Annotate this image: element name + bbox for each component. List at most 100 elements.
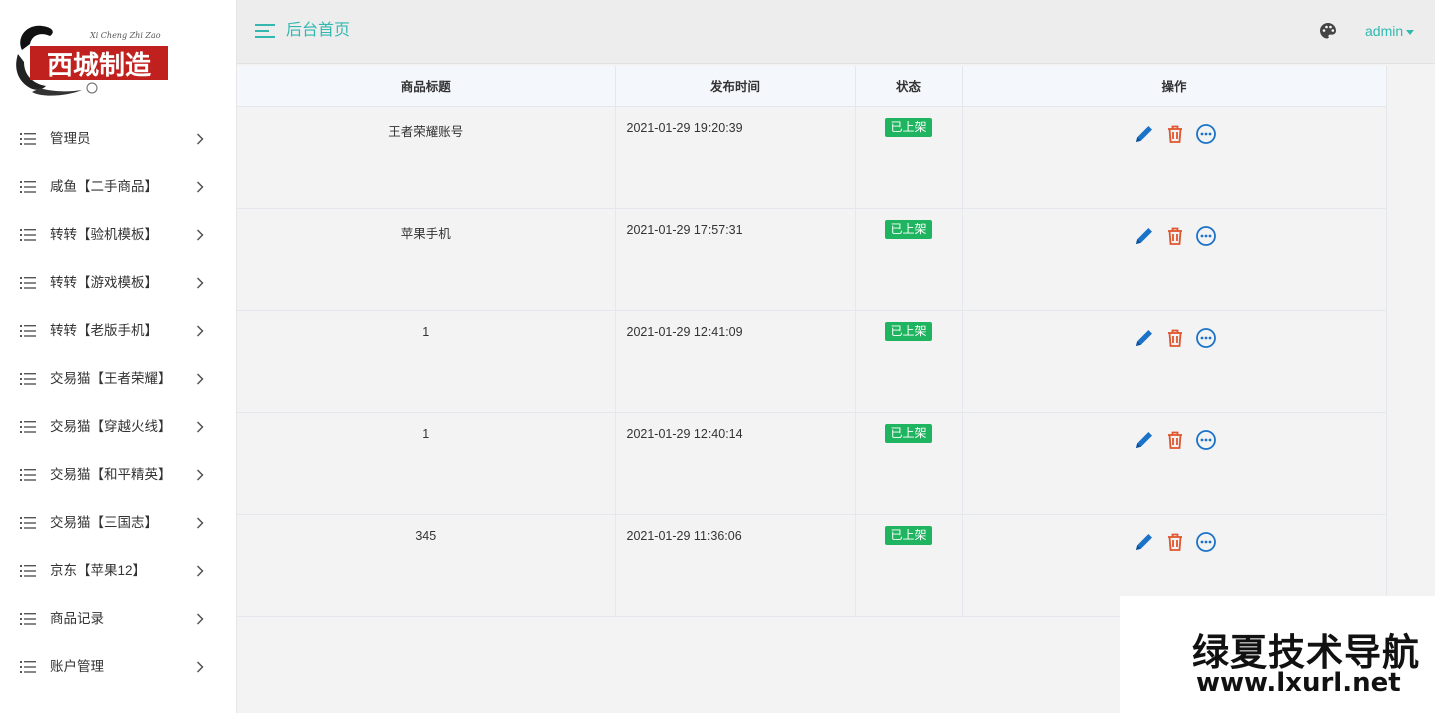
- cell-title: 1: [237, 411, 616, 515]
- cell-status: 已上架: [854, 207, 963, 311]
- list-icon: [20, 661, 36, 673]
- sidebar-item-product-records[interactable]: 商品记录: [0, 595, 237, 643]
- sidebar-item-label: 咸鱼【二手商品】: [50, 179, 158, 194]
- status-badge: 已上架: [885, 117, 932, 137]
- table-row: 王者荣耀账号 2021-01-29 19:20:39 已上架: [237, 105, 1387, 209]
- cell-time: 2021-01-29 12:40:14: [614, 411, 856, 515]
- more-circle-icon[interactable]: [1195, 225, 1217, 247]
- chevron-right-icon: [196, 661, 204, 673]
- sidebar-item-label: 转转【老版手机】: [50, 323, 158, 338]
- status-badge: 已上架: [885, 525, 932, 545]
- top-header: 后台首页 admin: [237, 0, 1435, 64]
- sidebar-item-jd-iphone12[interactable]: 京东【苹果12】: [0, 547, 237, 595]
- cell-ops: [961, 207, 1387, 311]
- chevron-right-icon: [196, 373, 204, 385]
- chevron-right-icon: [196, 517, 204, 529]
- table-row: 苹果手机 2021-01-29 17:57:31 已上架: [237, 207, 1387, 311]
- list-icon: [20, 181, 36, 193]
- cell-title: 1: [237, 309, 616, 413]
- cell-ops: [961, 309, 1387, 413]
- list-icon: [20, 229, 36, 241]
- sidebar-item-label: 商品记录: [50, 611, 104, 626]
- pencil-icon[interactable]: [1133, 327, 1155, 349]
- sidebar-item-label: 交易猫【三国志】: [50, 515, 158, 530]
- sidebar-item-xianyu[interactable]: 咸鱼【二手商品】: [0, 163, 237, 211]
- trash-icon[interactable]: [1164, 327, 1186, 349]
- sidebar: 西城制造 Xi Cheng Zhi Zao 管理员 咸鱼【二手商品】 转转【验机…: [0, 0, 237, 713]
- cell-title: 王者荣耀账号: [237, 105, 616, 209]
- table-header-row: 商品标题 发布时间 状态 操作: [237, 66, 1387, 107]
- admin-page: 西城制造 Xi Cheng Zhi Zao 管理员 咸鱼【二手商品】 转转【验机…: [0, 0, 1435, 713]
- list-icon: [20, 325, 36, 337]
- cell-title: 345: [237, 513, 616, 617]
- chevron-right-icon: [196, 421, 204, 433]
- site-watermark: 绿夏技术导航 www.lxurl.net: [1120, 596, 1435, 713]
- sidebar-item-label: 京东【苹果12】: [50, 563, 147, 578]
- col-header-status[interactable]: 状态: [854, 66, 963, 107]
- sidebar-item-jiaoyimao-cf[interactable]: 交易猫【穿越火线】: [0, 403, 237, 451]
- pencil-icon[interactable]: [1133, 225, 1155, 247]
- chevron-right-icon: [196, 229, 204, 241]
- more-circle-icon[interactable]: [1195, 429, 1217, 451]
- list-icon: [20, 277, 36, 289]
- list-icon: [20, 613, 36, 625]
- sidebar-item-admin[interactable]: 管理员: [0, 115, 237, 163]
- sidebar-item-label: 交易猫【王者荣耀】: [50, 371, 172, 386]
- cell-ops: [961, 105, 1387, 209]
- logo-text: 西城制造: [47, 51, 151, 81]
- status-badge: 已上架: [885, 321, 932, 341]
- col-header-title[interactable]: 商品标题: [237, 66, 616, 107]
- chevron-right-icon: [196, 277, 204, 289]
- col-header-ops: 操作: [961, 66, 1387, 107]
- table-row: 1 2021-01-29 12:40:14 已上架: [237, 411, 1387, 515]
- user-menu[interactable]: admin: [1365, 0, 1415, 62]
- palette-icon[interactable]: [1319, 22, 1337, 40]
- list-icon: [20, 517, 36, 529]
- more-circle-icon[interactable]: [1195, 123, 1217, 145]
- cell-title: 苹果手机: [237, 207, 616, 311]
- cell-time: 2021-01-29 19:20:39: [614, 105, 856, 209]
- sidebar-item-label: 交易猫【穿越火线】: [50, 419, 172, 434]
- cell-status: 已上架: [854, 309, 963, 413]
- chevron-right-icon: [196, 181, 204, 193]
- sidebar-item-zhuanzhuan-game[interactable]: 转转【游戏模板】: [0, 259, 237, 307]
- sidebar-item-account-management[interactable]: 账户管理: [0, 643, 237, 691]
- trash-icon[interactable]: [1164, 225, 1186, 247]
- more-circle-icon[interactable]: [1195, 327, 1217, 349]
- trash-icon[interactable]: [1164, 429, 1186, 451]
- col-header-time[interactable]: 发布时间: [614, 66, 856, 107]
- list-icon: [20, 565, 36, 577]
- pencil-icon[interactable]: [1133, 429, 1155, 451]
- sidebar-item-label: 转转【游戏模板】: [50, 275, 158, 290]
- sidebar-item-zhuanzhuan-inspection[interactable]: 转转【验机模板】: [0, 211, 237, 259]
- pencil-icon[interactable]: [1133, 531, 1155, 553]
- page-title: 后台首页: [286, 22, 351, 39]
- trash-icon[interactable]: [1164, 531, 1186, 553]
- status-badge: 已上架: [885, 219, 932, 239]
- cell-status: 已上架: [854, 513, 963, 617]
- list-icon: [20, 373, 36, 385]
- logo-subtext: Xi Cheng Zhi Zao: [89, 31, 161, 40]
- hamburger-icon[interactable]: [255, 23, 275, 39]
- brand-logo[interactable]: 西城制造 Xi Cheng Zhi Zao: [12, 18, 174, 100]
- cell-time: 2021-01-29 11:36:06: [614, 513, 856, 617]
- sidebar-item-jiaoyimao-hpjy[interactable]: 交易猫【和平精英】: [0, 451, 237, 499]
- sidebar-item-jiaoyimao-sgz[interactable]: 交易猫【三国志】: [0, 499, 237, 547]
- user-name: admin: [1365, 23, 1404, 39]
- more-circle-icon[interactable]: [1195, 531, 1217, 553]
- cell-time: 2021-01-29 12:41:09: [614, 309, 856, 413]
- sidebar-item-jiaoyimao-wzry[interactable]: 交易猫【王者荣耀】: [0, 355, 237, 403]
- watermark-url: www.lxurl.net: [1196, 668, 1401, 698]
- sidebar-menu: 管理员 咸鱼【二手商品】 转转【验机模板】 转转【游戏模板】 转转【老版手机】: [0, 115, 237, 691]
- cell-time: 2021-01-29 17:57:31: [614, 207, 856, 311]
- trash-icon[interactable]: [1164, 123, 1186, 145]
- sidebar-item-zhuanzhuan-old-phone[interactable]: 转转【老版手机】: [0, 307, 237, 355]
- product-table: 商品标题 发布时间 状态 操作 王者荣耀账号 2021-01-29 19:20:…: [237, 66, 1387, 617]
- pencil-icon[interactable]: [1133, 123, 1155, 145]
- list-icon: [20, 469, 36, 481]
- chevron-right-icon: [196, 325, 204, 337]
- cell-status: 已上架: [854, 105, 963, 209]
- chevron-right-icon: [196, 565, 204, 577]
- chevron-right-icon: [196, 469, 204, 481]
- chevron-right-icon: [196, 613, 204, 625]
